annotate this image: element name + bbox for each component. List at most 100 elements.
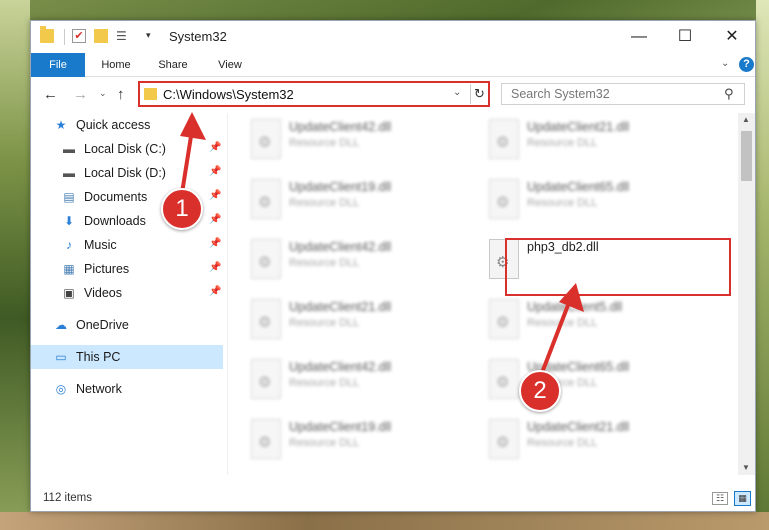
sidebar-item-label: Local Disk (D:) bbox=[84, 166, 166, 180]
sidebar-item-local-disk-d[interactable]: ▬ Local Disk (D:) 📌 bbox=[31, 161, 223, 185]
pin-icon[interactable]: 📌 bbox=[209, 166, 221, 177]
tab-share[interactable]: Share bbox=[146, 53, 200, 77]
chevron-down-icon[interactable]: ▾ bbox=[146, 30, 151, 41]
desktop-background-right bbox=[756, 0, 769, 530]
scroll-up-icon[interactable]: ▲ bbox=[742, 115, 750, 124]
sidebar-item-local-disk-c[interactable]: ▬ Local Disk (C:) 📌 bbox=[31, 137, 223, 161]
dll-file-icon bbox=[251, 179, 281, 219]
sidebar-item-label: This PC bbox=[76, 350, 121, 364]
file-item[interactable]: UpdateClient19.dll Resource DLL bbox=[241, 175, 461, 227]
file-type: Resource DLL bbox=[289, 197, 360, 209]
file-item[interactable]: UpdateClient5.dll Resource DLL bbox=[479, 295, 699, 347]
up-button[interactable]: ↑ bbox=[117, 86, 125, 103]
chevron-down-icon[interactable]: ⌄ bbox=[453, 87, 461, 98]
sidebar-item-quick-access[interactable]: ★ Quick access bbox=[31, 113, 223, 137]
sidebar-item-icon: ♪ bbox=[66, 238, 72, 252]
pin-icon[interactable]: 📌 bbox=[209, 262, 221, 273]
sidebar-item-label: OneDrive bbox=[76, 318, 129, 332]
file-name: UpdateClient21.dll bbox=[289, 300, 392, 314]
customize-toolbar-icon[interactable]: ☰ bbox=[116, 29, 130, 43]
search-box[interactable]: ⚲ bbox=[501, 83, 745, 105]
minimize-button[interactable]: — bbox=[616, 21, 662, 53]
details-view-icon[interactable]: ☷ bbox=[712, 492, 728, 505]
sidebar-item-this-pc[interactable]: ▭ This PC bbox=[31, 345, 223, 369]
file-item[interactable]: UpdateClient42.dll Resource DLL bbox=[241, 235, 461, 287]
desktop-background-left bbox=[0, 0, 30, 530]
window-title: System32 bbox=[169, 29, 227, 44]
file-type: Resource DLL bbox=[289, 377, 360, 389]
file-type: Resource DLL bbox=[527, 197, 598, 209]
sidebar-item-music[interactable]: ♪ Music 📌 bbox=[31, 233, 223, 257]
sidebar-item-icon: ▬ bbox=[63, 142, 75, 156]
scroll-down-icon[interactable]: ▼ bbox=[742, 463, 750, 472]
file-item[interactable]: UpdateClient42.dll Resource DLL bbox=[241, 355, 461, 407]
pin-icon[interactable]: 📌 bbox=[209, 142, 221, 153]
dll-file-icon bbox=[489, 359, 519, 399]
search-icon[interactable]: ⚲ bbox=[724, 86, 734, 102]
tab-file[interactable]: File bbox=[31, 53, 85, 77]
tab-view[interactable]: View bbox=[203, 53, 257, 77]
file-item[interactable]: UpdateClient21.dll Resource DLL bbox=[241, 295, 461, 347]
maximize-button[interactable]: ☐ bbox=[662, 21, 708, 53]
sidebar-item-label: Pictures bbox=[84, 262, 130, 276]
title-bar: ✔ ☰ ▾ System32 — ☐ ✕ bbox=[31, 21, 755, 53]
recent-locations-icon[interactable]: ⌄ bbox=[99, 88, 107, 99]
sidebar-item-icon: ▣ bbox=[63, 286, 75, 300]
sidebar-item-label: Quick access bbox=[76, 118, 151, 132]
pin-icon[interactable]: 📌 bbox=[209, 190, 221, 201]
navigation-bar: ← → ⌄ ↑ C:\Windows\System32 ⌄ ↻ ⚲ bbox=[31, 78, 755, 112]
sidebar-item-icon: ▭ bbox=[55, 350, 67, 364]
file-item[interactable]: UpdateClient65.dllResource DLL bbox=[479, 355, 699, 407]
dll-file-icon bbox=[489, 179, 519, 219]
address-path[interactable]: C:\Windows\System32 bbox=[163, 87, 294, 102]
step-marker-1: 1 bbox=[161, 188, 203, 230]
close-button[interactable]: ✕ bbox=[709, 21, 755, 53]
file-name: UpdateClient19.dll bbox=[289, 420, 392, 434]
file-name: UpdateClient42.dll bbox=[289, 240, 392, 254]
refresh-button[interactable]: ↻ bbox=[470, 84, 488, 104]
item-count: 112 items bbox=[43, 492, 93, 504]
file-name: UpdateClient5.dll bbox=[527, 300, 623, 314]
back-button[interactable]: ← bbox=[43, 86, 58, 103]
dll-file-icon bbox=[251, 119, 281, 159]
file-name: UpdateClient21.dll bbox=[527, 420, 630, 434]
sidebar-item-videos[interactable]: ▣ Videos 📌 bbox=[31, 281, 223, 305]
file-type: Resource DLL bbox=[289, 257, 360, 269]
dll-file-icon bbox=[489, 119, 519, 159]
sidebar-item-network[interactable]: ◎ Network bbox=[31, 377, 223, 401]
address-bar[interactable]: C:\Windows\System32 ⌄ ↻ bbox=[138, 81, 490, 107]
search-input[interactable] bbox=[502, 84, 718, 104]
step-marker-2: 2 bbox=[519, 370, 561, 412]
file-item[interactable]: UpdateClient19.dll Resource DLL bbox=[241, 415, 461, 467]
new-folder-icon[interactable] bbox=[94, 29, 108, 43]
sidebar-item-onedrive[interactable]: ☁ OneDrive bbox=[31, 313, 223, 337]
file-item[interactable]: UpdateClient21.dll Resource DLL bbox=[479, 115, 699, 167]
help-icon[interactable]: ? bbox=[739, 57, 754, 72]
pin-icon[interactable]: 📌 bbox=[209, 238, 221, 249]
file-item[interactable]: UpdateClient42.dll Resource DLL bbox=[241, 115, 461, 167]
sidebar-item-label: Downloads bbox=[84, 214, 146, 228]
pin-icon[interactable]: 📌 bbox=[209, 286, 221, 297]
file-name: UpdateClient19.dll bbox=[289, 180, 392, 194]
tab-home[interactable]: Home bbox=[89, 53, 143, 77]
forward-button[interactable]: → bbox=[73, 86, 88, 103]
file-name: UpdateClient42.dll bbox=[289, 120, 392, 134]
folder-icon bbox=[144, 88, 157, 100]
ribbon-tabs: File Home Share View ⌄ ? bbox=[31, 53, 755, 77]
scroll-thumb[interactable] bbox=[741, 131, 752, 181]
sidebar-item-label: Local Disk (C:) bbox=[84, 142, 166, 156]
properties-check-icon[interactable]: ✔ bbox=[72, 29, 86, 43]
sidebar-item-pictures[interactable]: ▦ Pictures 📌 bbox=[31, 257, 223, 281]
expand-ribbon-icon[interactable]: ⌄ bbox=[721, 58, 729, 69]
vertical-scrollbar[interactable]: ▲ ▼ bbox=[738, 113, 755, 475]
file-item[interactable]: UpdateClient21.dll Resource DLL bbox=[479, 415, 699, 467]
large-icons-view-icon[interactable]: ▦ bbox=[734, 491, 751, 506]
file-type: Resource DLL bbox=[289, 137, 360, 149]
file-item[interactable]: UpdateClient65.dllResource DLL bbox=[479, 175, 699, 227]
file-type: Resource DLL bbox=[527, 317, 598, 329]
dll-file-icon bbox=[489, 419, 519, 459]
pin-icon[interactable]: 📌 bbox=[209, 214, 221, 225]
sidebar-item-label: Network bbox=[76, 382, 122, 396]
target-file-highlight bbox=[505, 238, 731, 296]
file-type: Resource DLL bbox=[289, 437, 360, 449]
